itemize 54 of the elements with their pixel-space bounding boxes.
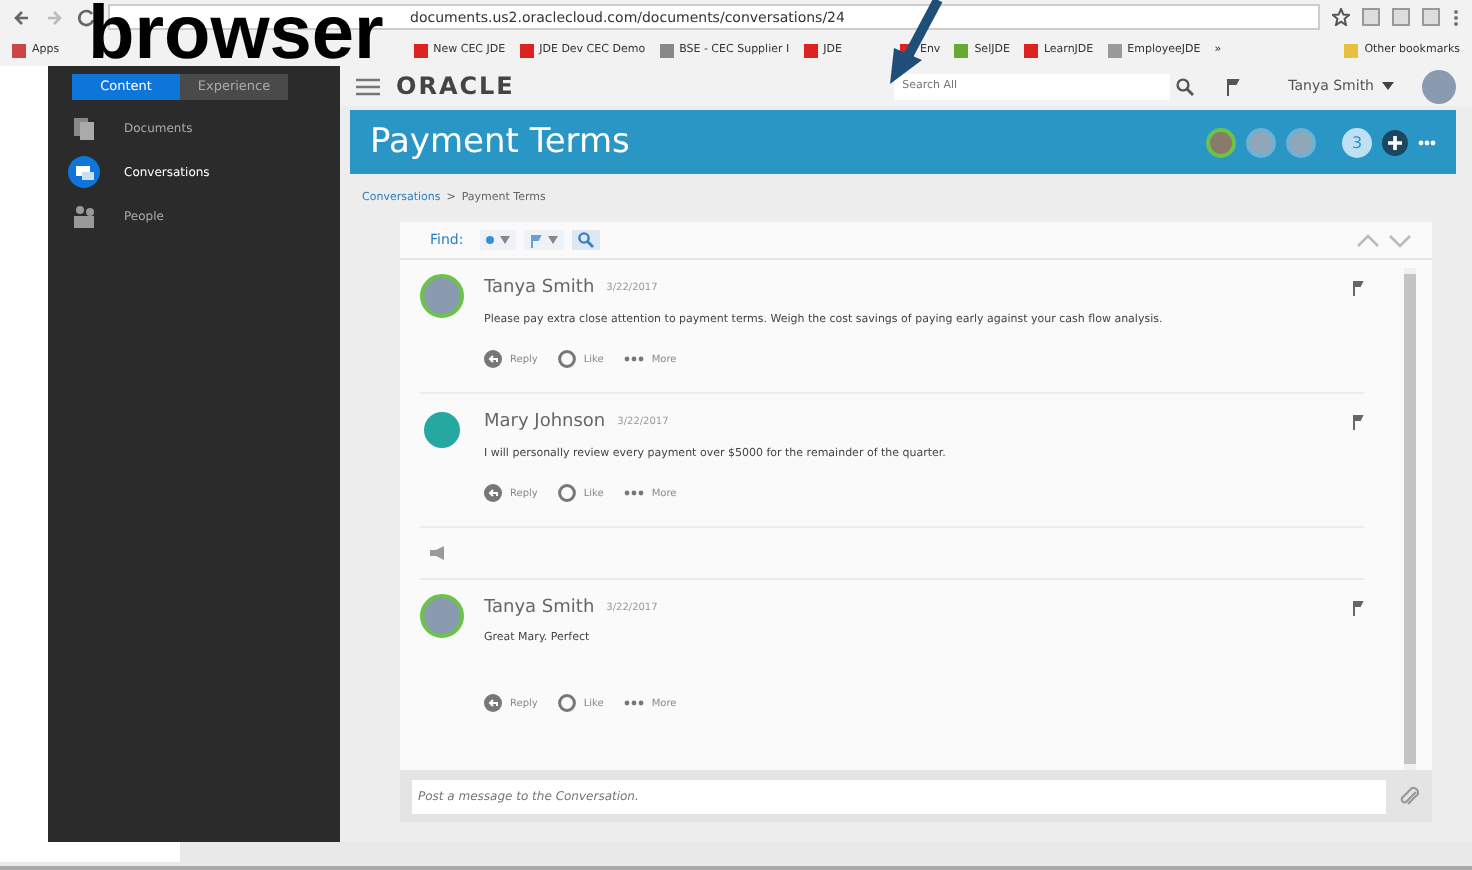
flag-icon[interactable]: [1352, 280, 1364, 296]
reply-icon: [484, 350, 502, 368]
flag-icon: [529, 233, 542, 247]
ring-icon: [557, 694, 576, 712]
page-icon: [413, 43, 428, 57]
star-icon[interactable]: [1332, 8, 1350, 26]
chevron-up-icon[interactable]: [1356, 233, 1380, 247]
dot-icon: [485, 236, 494, 244]
more-icon[interactable]: [1418, 139, 1436, 145]
caret-icon: [1382, 82, 1394, 90]
back-icon[interactable]: [12, 7, 32, 27]
avatar[interactable]: [1206, 127, 1236, 157]
page-icon: [803, 43, 818, 57]
page-icon: [1344, 43, 1359, 57]
flag-icon[interactable]: [1226, 77, 1241, 95]
page-icon: [519, 43, 534, 57]
page-icon: [659, 43, 674, 57]
document-icon: [68, 112, 100, 144]
page-icon: [954, 43, 969, 57]
caret-icon: [499, 236, 510, 244]
scrollbar[interactable]: [1404, 268, 1416, 770]
menu-icon[interactable]: [356, 77, 380, 95]
menu-icon[interactable]: [1452, 7, 1460, 27]
chat-icon: [68, 156, 100, 188]
search-icon: [577, 232, 594, 248]
author-name[interactable]: Tanya Smith: [484, 278, 595, 298]
avatar[interactable]: [1422, 69, 1456, 103]
reply-icon: [484, 484, 502, 502]
reply-icon: [484, 694, 502, 712]
filter-dropdown[interactable]: [479, 230, 516, 250]
page-icon: [1107, 43, 1122, 57]
chevron-down-icon[interactable]: [1388, 233, 1412, 247]
paperclip-icon[interactable]: [1398, 785, 1420, 807]
people-icon: [68, 200, 100, 232]
forward-icon[interactable]: [44, 7, 64, 27]
megaphone-icon: [430, 546, 446, 560]
avatar[interactable]: [420, 594, 464, 638]
caret-icon: [547, 236, 558, 244]
author-name[interactable]: Tanya Smith: [484, 597, 595, 617]
filter-dropdown[interactable]: [523, 230, 564, 250]
conversation-title: Payment Terms: [370, 122, 630, 162]
page-icon: [1023, 43, 1038, 57]
ring-icon: [557, 350, 576, 368]
ring-icon: [557, 484, 576, 502]
search-button[interactable]: [571, 230, 600, 250]
annotation-arrow: [886, 0, 946, 84]
flag-icon[interactable]: [1352, 414, 1364, 430]
author-name[interactable]: Mary Johnson: [484, 412, 606, 432]
search-icon[interactable]: [1176, 77, 1195, 95]
avatar[interactable]: [420, 274, 464, 318]
flag-icon[interactable]: [1352, 599, 1364, 615]
logo: ORACLE: [396, 72, 515, 100]
add-icon[interactable]: [1382, 129, 1408, 155]
reload-icon[interactable]: [76, 7, 96, 27]
